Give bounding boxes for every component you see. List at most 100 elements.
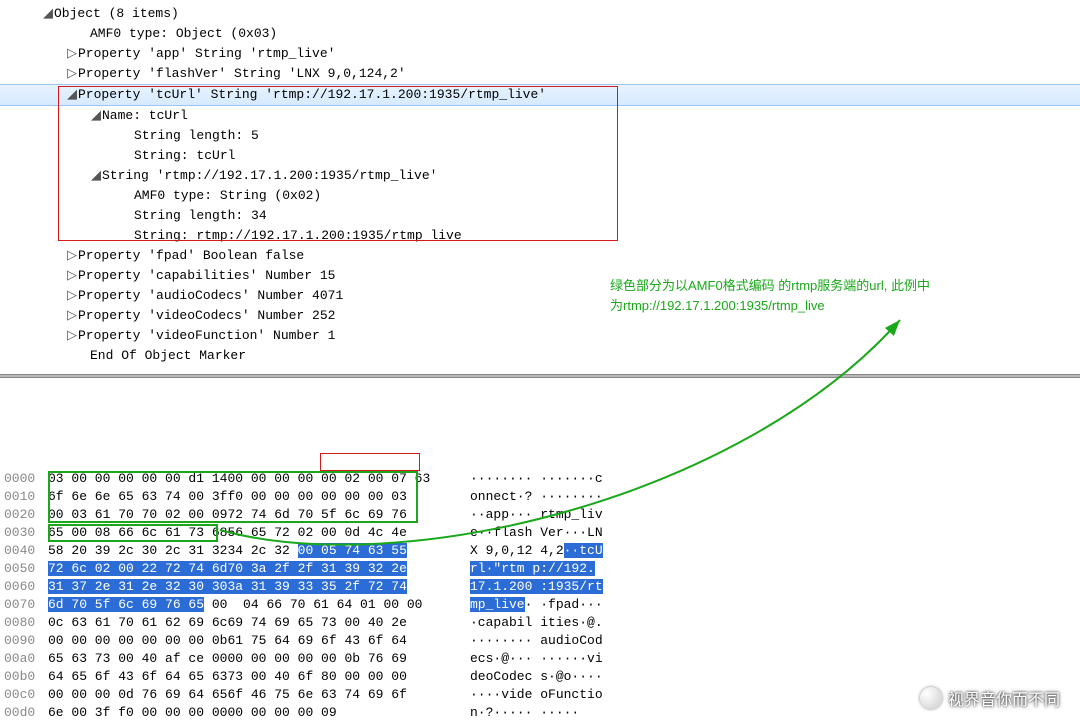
tree-row[interactable]: String: rtmp://192.17.1.200:1935/rtmp_li… (0, 226, 1080, 246)
packet-tree-pane[interactable]: ◢ Object (8 items) AMF0 type: Object (0x… (0, 0, 1080, 374)
toggle-open-icon[interactable]: ◢ (90, 166, 102, 186)
hex-offset: 0040 (0, 542, 48, 560)
hex-offset: 00d0 (0, 704, 48, 722)
tree-label: Property 'videoFunction' Number 1 (78, 326, 335, 346)
hex-bytes[interactable]: 6e 00 3f f0 00 00 00 0000 00 00 00 09 (48, 704, 458, 722)
toggle-open-icon[interactable]: ◢ (42, 4, 54, 24)
hex-offset: 0010 (0, 488, 48, 506)
toggle-closed-icon[interactable]: ▷ (66, 64, 78, 84)
hex-row[interactable]: 00b064 65 6f 43 6f 64 65 6373 00 40 6f 8… (0, 668, 1080, 686)
hex-row[interactable]: 00706d 70 5f 6c 69 76 65 00 04 66 70 61 … (0, 596, 1080, 614)
toggle-open-icon[interactable]: ◢ (90, 106, 102, 126)
hex-bytes[interactable]: 6d 70 5f 6c 69 76 65 00 04 66 70 61 64 0… (48, 596, 458, 614)
annotation-red-box2-icon (320, 453, 420, 471)
hex-ascii[interactable]: ····vide oFunctio (458, 686, 603, 704)
tree-row[interactable]: String length: 5 (0, 126, 1080, 146)
hex-offset: 0090 (0, 632, 48, 650)
tree-row[interactable]: AMF0 type: String (0x02) (0, 186, 1080, 206)
tree-label: Property 'capabilities' Number 15 (78, 266, 335, 286)
hex-row[interactable]: 00800c 63 61 70 61 62 69 6c69 74 69 65 7… (0, 614, 1080, 632)
tree-label: Property 'flashVer' String 'LNX 9,0,124,… (78, 64, 406, 84)
hex-offset: 00c0 (0, 686, 48, 704)
tree-row[interactable]: ◢ Name: tcUrl (0, 106, 1080, 126)
toggle-closed-icon[interactable]: ▷ (66, 266, 78, 286)
hex-offset: 00b0 (0, 668, 48, 686)
hex-bytes[interactable]: 00 00 00 00 00 00 00 0b61 75 64 69 6f 43… (48, 632, 458, 650)
hex-bytes[interactable]: 6f 6e 6e 65 63 74 00 3ff0 00 00 00 00 00… (48, 488, 458, 506)
hex-bytes[interactable]: 03 00 00 00 00 00 d1 1400 00 00 00 00 02… (48, 470, 458, 488)
hex-ascii[interactable]: rl·"rtm p://192. (458, 560, 595, 578)
hex-bytes[interactable]: 65 00 08 66 6c 61 73 6856 65 72 02 00 0d… (48, 524, 458, 542)
hex-row[interactable]: 009000 00 00 00 00 00 00 0b61 75 64 69 6… (0, 632, 1080, 650)
tree-label: End Of Object Marker (90, 346, 246, 366)
hex-ascii[interactable]: 17.1.200 :1935/rt (458, 578, 603, 596)
hex-ascii[interactable]: e··flash Ver···LN (458, 524, 603, 542)
tree-row[interactable]: ▷ Property 'flashVer' String 'LNX 9,0,12… (0, 64, 1080, 84)
hex-row[interactable]: 00a065 63 73 00 40 af ce 0000 00 00 00 0… (0, 650, 1080, 668)
tree-row-object[interactable]: ◢ Object (8 items) (0, 4, 1080, 24)
hex-bytes[interactable]: 00 03 61 70 70 02 00 0972 74 6d 70 5f 6c… (48, 506, 458, 524)
hex-ascii[interactable]: ··app··· rtmp_liv (458, 506, 603, 524)
hex-row[interactable]: 002000 03 61 70 70 02 00 0972 74 6d 70 5… (0, 506, 1080, 524)
toggle-closed-icon[interactable]: ▷ (66, 286, 78, 306)
hex-row[interactable]: 00d06e 00 3f f0 00 00 00 0000 00 00 00 0… (0, 704, 1080, 722)
tree-label: Property 'fpad' Boolean false (78, 246, 304, 266)
hex-ascii[interactable]: ········ audioCod (458, 632, 603, 650)
hex-ascii[interactable]: onnect·? ········ (458, 488, 603, 506)
tree-label: Name: tcUrl (102, 106, 188, 126)
tree-row-selected[interactable]: ◢ Property 'tcUrl' String 'rtmp://192.17… (0, 84, 1080, 106)
tree-row[interactable]: ▷ Property 'fpad' Boolean false (0, 246, 1080, 266)
tree-label: Object (8 items) (54, 4, 179, 24)
hex-row[interactable]: 00106f 6e 6e 65 63 74 00 3ff0 00 00 00 0… (0, 488, 1080, 506)
hex-dump-pane[interactable]: 000003 00 00 00 00 00 d1 1400 00 00 00 0… (0, 378, 1080, 728)
tree-row[interactable]: ◢ String 'rtmp://192.17.1.200:1935/rtmp_… (0, 166, 1080, 186)
toggle-closed-icon[interactable]: ▷ (66, 306, 78, 326)
toggle-closed-icon[interactable]: ▷ (66, 44, 78, 64)
hex-offset: 0030 (0, 524, 48, 542)
tree-row[interactable]: ▷ Property 'videoFunction' Number 1 (0, 326, 1080, 346)
hex-bytes[interactable]: 65 63 73 00 40 af ce 0000 00 00 00 00 0b… (48, 650, 458, 668)
tree-label: Property 'app' String 'rtmp_live' (78, 44, 335, 64)
toggle-open-icon[interactable]: ◢ (66, 85, 78, 105)
tree-label: String: tcUrl (134, 146, 235, 166)
tree-label: Property 'videoCodecs' Number 252 (78, 306, 335, 326)
toggle-closed-icon[interactable]: ▷ (66, 326, 78, 346)
hex-ascii[interactable]: ········ ·······c (458, 470, 603, 488)
tree-label: String length: 34 (134, 206, 267, 226)
tree-row[interactable]: ▷ Property 'app' String 'rtmp_live' (0, 44, 1080, 64)
tree-row[interactable]: ▷ Property 'videoCodecs' Number 252 (0, 306, 1080, 326)
hex-bytes[interactable]: 72 6c 02 00 22 72 74 6d70 3a 2f 2f 31 39… (48, 560, 458, 578)
hex-ascii[interactable]: deoCodec s·@o···· (458, 668, 603, 686)
hex-row[interactable]: 005072 6c 02 00 22 72 74 6d70 3a 2f 2f 3… (0, 560, 1080, 578)
hex-bytes[interactable]: 00 00 00 0d 76 69 64 656f 46 75 6e 63 74… (48, 686, 458, 704)
tree-label: Property 'audioCodecs' Number 4071 (78, 286, 343, 306)
hex-row[interactable]: 004058 20 39 2c 30 2c 31 3234 2c 32 00 0… (0, 542, 1080, 560)
hex-row[interactable]: 000003 00 00 00 00 00 d1 1400 00 00 00 0… (0, 470, 1080, 488)
hex-bytes[interactable]: 31 37 2e 31 2e 32 30 303a 31 39 33 35 2f… (48, 578, 458, 596)
tree-row[interactable]: End Of Object Marker (0, 346, 1080, 366)
tree-label: AMF0 type: String (0x02) (134, 186, 321, 206)
tree-row[interactable]: String: tcUrl (0, 146, 1080, 166)
tree-row[interactable]: String length: 34 (0, 206, 1080, 226)
toggle-closed-icon[interactable]: ▷ (66, 246, 78, 266)
hex-row[interactable]: 006031 37 2e 31 2e 32 30 303a 31 39 33 3… (0, 578, 1080, 596)
hex-ascii[interactable]: ecs·@··· ······vi (458, 650, 603, 668)
tree-row[interactable]: ▷ Property 'audioCodecs' Number 4071 (0, 286, 1080, 306)
hex-ascii[interactable]: X 9,0,12 4,2··tcU (458, 542, 603, 560)
hex-bytes[interactable]: 0c 63 61 70 61 62 69 6c69 74 69 65 73 00… (48, 614, 458, 632)
hex-ascii[interactable]: mp_live· ·fpad··· (458, 596, 603, 614)
hex-offset: 0020 (0, 506, 48, 524)
tree-row[interactable]: ▷ Property 'capabilities' Number 15 (0, 266, 1080, 286)
hex-bytes[interactable]: 64 65 6f 43 6f 64 65 6373 00 40 6f 80 00… (48, 668, 458, 686)
hex-offset: 0050 (0, 560, 48, 578)
hex-offset: 00a0 (0, 650, 48, 668)
hex-ascii[interactable]: n·?····· ····· (458, 704, 579, 722)
hex-offset: 0080 (0, 614, 48, 632)
tree-row[interactable]: AMF0 type: Object (0x03) (0, 24, 1080, 44)
hex-row[interactable]: 003065 00 08 66 6c 61 73 6856 65 72 02 0… (0, 524, 1080, 542)
tree-label: String: rtmp://192.17.1.200:1935/rtmp_li… (134, 226, 462, 246)
hex-ascii[interactable]: ·capabil ities·@. (458, 614, 603, 632)
hex-offset: 0070 (0, 596, 48, 614)
hex-bytes[interactable]: 58 20 39 2c 30 2c 31 3234 2c 32 00 05 74… (48, 542, 458, 560)
hex-row[interactable]: 00c000 00 00 0d 76 69 64 656f 46 75 6e 6… (0, 686, 1080, 704)
